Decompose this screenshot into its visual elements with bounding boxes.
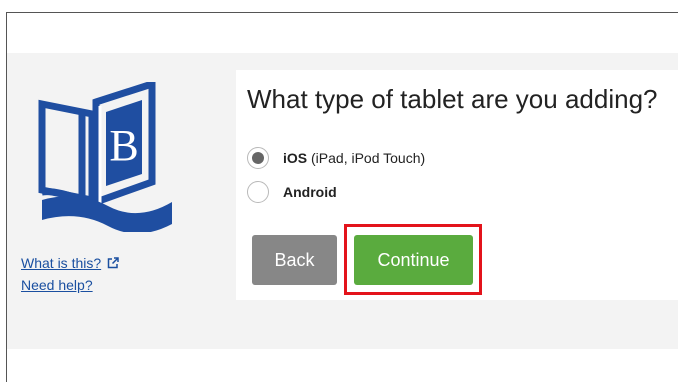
need-help-link[interactable]: Need help? (21, 277, 119, 293)
side-links: What is this? Need help? (21, 255, 119, 293)
svg-text:B: B (109, 121, 138, 170)
external-link-icon[interactable] (107, 257, 119, 269)
android-name: Android (283, 184, 337, 200)
android-label: Android (283, 184, 337, 200)
ios-radio[interactable] (247, 147, 269, 169)
radio-selected-dot (252, 152, 264, 164)
ios-detail: (iPad, iPod Touch) (311, 150, 426, 166)
option-ios[interactable]: iOS (iPad, iPod Touch) (247, 147, 425, 169)
open-book-logo-icon: B (38, 82, 172, 232)
page-title: What type of tablet are you adding? (247, 84, 658, 114)
what-is-this-row: What is this? (21, 255, 119, 271)
ios-label: iOS (iPad, iPod Touch) (283, 150, 425, 166)
option-android[interactable]: Android (247, 181, 337, 203)
android-radio[interactable] (247, 181, 269, 203)
back-button[interactable]: Back (252, 235, 337, 285)
what-is-this-link[interactable]: What is this? (21, 255, 101, 271)
continue-highlight-box (344, 224, 482, 295)
ios-name: iOS (283, 150, 308, 166)
